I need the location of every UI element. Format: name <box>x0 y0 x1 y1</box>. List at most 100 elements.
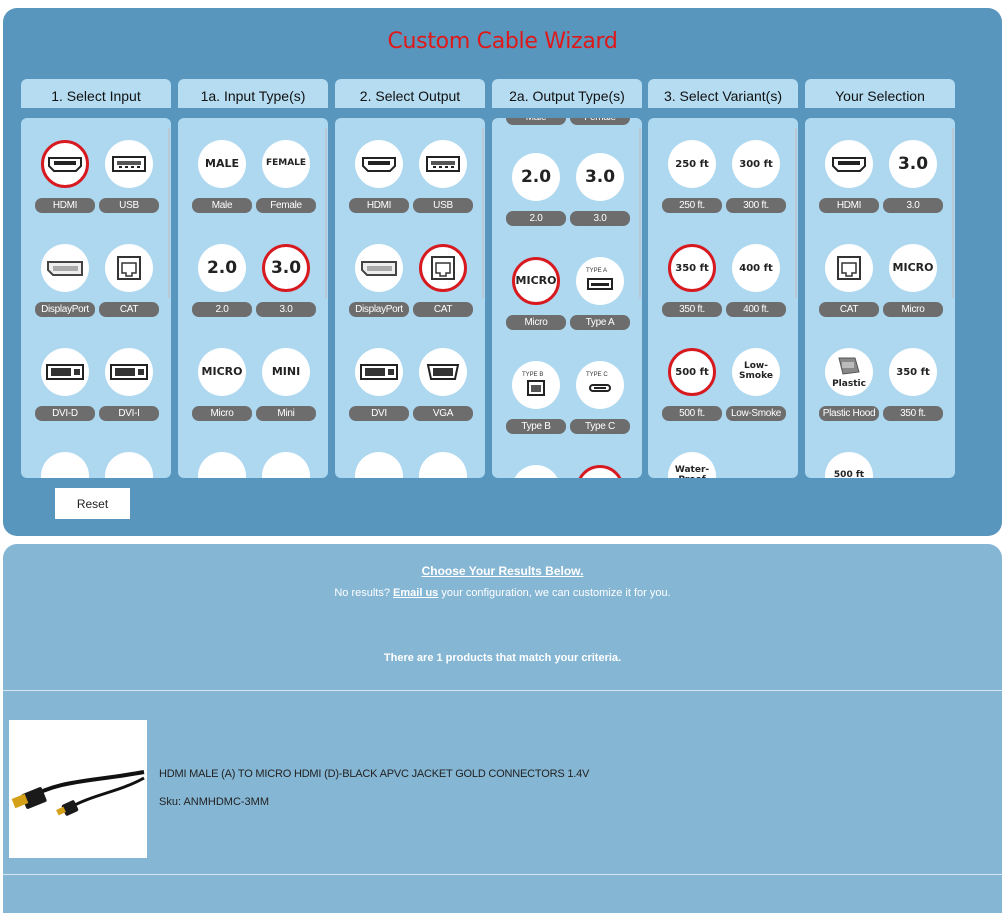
option-circle[interactable] <box>105 452 153 478</box>
option-item[interactable]: 2.0 2.0 <box>190 244 254 340</box>
option-item[interactable]: DVI <box>347 348 411 444</box>
product-image[interactable] <box>9 720 147 858</box>
option-item[interactable]: MICRO Micro <box>190 348 254 444</box>
option-item[interactable]: TYPE A Type A <box>568 257 632 353</box>
option-circle[interactable]: 300 ft <box>732 140 780 188</box>
option-circle[interactable] <box>576 465 624 478</box>
column-options-panel[interactable]: MALE Male FEMALE Female 2.0 2.0 3.0 3.0 MICRO Mic… <box>178 118 328 478</box>
option-circle[interactable] <box>41 140 89 188</box>
option-circle[interactable]: TYPE C <box>576 361 624 409</box>
option-item[interactable]: MALE Male <box>190 140 254 236</box>
panel-scrollbar[interactable] <box>639 128 641 298</box>
option-item[interactable]: MINI Mini <box>254 348 318 444</box>
panel-scrollbar[interactable] <box>325 128 327 298</box>
option-item[interactable]: 500 ft 500 ft. <box>660 348 724 444</box>
option-circle[interactable] <box>41 452 89 478</box>
panel-scrollbar[interactable] <box>482 128 484 298</box>
column-options-panel[interactable]: HDMI 3.0 3.0 CAT MICRO Micro Plastic Plastic Ho… <box>805 118 955 478</box>
option-circle[interactable]: Low- Smoke <box>732 348 780 396</box>
option-circle[interactable] <box>419 348 467 396</box>
option-item[interactable]: DisplayPort <box>33 244 97 340</box>
option-circle[interactable]: 3.0 <box>576 153 624 201</box>
option-item[interactable]: USB <box>411 140 475 236</box>
option-item[interactable]: 3.0 3.0 <box>254 244 318 340</box>
option-circle[interactable] <box>262 452 310 478</box>
option-circle[interactable]: 3.0 <box>262 244 310 292</box>
option-circle[interactable] <box>825 140 873 188</box>
option-circle[interactable]: Plastic <box>825 348 873 396</box>
option-circle[interactable] <box>355 244 403 292</box>
option-item[interactable]: DVI-I <box>97 348 161 444</box>
column-options-panel[interactable]: 250 ft 250 ft. 300 ft 300 ft. 350 ft 350 ft. 4… <box>648 118 798 478</box>
option-item[interactable]: FEMALE Female <box>254 140 318 236</box>
option-circle[interactable] <box>355 348 403 396</box>
panel-scrollbar[interactable] <box>168 128 170 298</box>
panel-scrollbar[interactable] <box>952 128 954 298</box>
option-item[interactable]: 300 ft 300 ft. <box>724 140 788 236</box>
option-item[interactable]: HDMI <box>817 140 881 236</box>
option-circle[interactable]: MICRO <box>512 257 560 305</box>
option-item[interactable]: 350 ft 350 ft. <box>881 348 945 444</box>
option-circle[interactable] <box>198 452 246 478</box>
panel-scrollbar[interactable] <box>795 128 797 298</box>
option-item[interactable]: Low- Smoke Low-Smoke <box>724 348 788 444</box>
option-item[interactable]: HDMI <box>33 140 97 236</box>
option-circle[interactable]: 400 ft <box>732 244 780 292</box>
option-item[interactable]: CAT <box>411 244 475 340</box>
option-circle[interactable]: TYPE A <box>576 257 624 305</box>
option-item[interactable]: USB <box>97 140 161 236</box>
option-circle[interactable]: 500 ft <box>825 452 873 478</box>
option-circle[interactable] <box>105 140 153 188</box>
option-circle[interactable] <box>419 452 467 478</box>
column-options-panel[interactable]: HDMI USB DisplayPort CAT DVI-D DVI-I <box>21 118 171 478</box>
option-circle[interactable]: MICRO <box>198 348 246 396</box>
hdmi-port-icon <box>45 144 85 184</box>
email-us-link[interactable]: Email us <box>393 587 438 599</box>
option-circle[interactable] <box>825 244 873 292</box>
option-circle-text: 250 ft <box>675 158 709 170</box>
option-circle[interactable] <box>419 140 467 188</box>
option-circle[interactable]: 350 ft <box>668 244 716 292</box>
option-item[interactable]: DVI-D <box>33 348 97 444</box>
option-item[interactable]: 3.0 3.0 <box>568 153 632 249</box>
option-circle[interactable] <box>355 140 403 188</box>
product-title[interactable]: HDMI MALE (A) TO MICRO HDMI (D)-BLACK AP… <box>159 768 589 780</box>
option-circle[interactable] <box>105 348 153 396</box>
option-item[interactable]: CAT <box>817 244 881 340</box>
option-item[interactable]: CAT <box>97 244 161 340</box>
option-circle[interactable] <box>512 465 560 478</box>
option-circle[interactable]: 500 ft <box>668 348 716 396</box>
option-item[interactable]: MICRO Micro <box>881 244 945 340</box>
option-circle[interactable]: 350 ft <box>889 348 937 396</box>
option-item[interactable]: 350 ft 350 ft. <box>660 244 724 340</box>
option-item[interactable]: 400 ft 400 ft. <box>724 244 788 340</box>
option-circle[interactable] <box>41 244 89 292</box>
option-circle[interactable]: Water- Proof <box>668 452 716 478</box>
option-circle[interactable]: MINI <box>262 348 310 396</box>
option-item[interactable]: 250 ft 250 ft. <box>660 140 724 236</box>
option-circle[interactable]: 2.0 <box>512 153 560 201</box>
option-circle[interactable]: MICRO <box>889 244 937 292</box>
option-item[interactable]: MICRO Micro <box>504 257 568 353</box>
option-circle[interactable] <box>105 244 153 292</box>
option-circle[interactable]: FEMALE <box>262 140 310 188</box>
option-circle[interactable]: 250 ft <box>668 140 716 188</box>
option-circle[interactable] <box>41 348 89 396</box>
option-item[interactable]: Plastic Plastic Hood <box>817 348 881 444</box>
column-options-panel[interactable]: HDMI USB DisplayPort CAT DVI VGA <box>335 118 485 478</box>
option-item[interactable]: VGA <box>411 348 475 444</box>
option-item[interactable]: 3.0 3.0 <box>881 140 945 236</box>
option-circle[interactable]: 3.0 <box>889 140 937 188</box>
option-item[interactable]: HDMI <box>347 140 411 236</box>
option-item[interactable]: TYPE B Type B <box>504 361 568 457</box>
reset-button[interactable]: Reset <box>55 488 130 519</box>
option-item[interactable]: DisplayPort <box>347 244 411 340</box>
option-item[interactable]: TYPE C Type C <box>568 361 632 457</box>
option-circle[interactable]: 2.0 <box>198 244 246 292</box>
option-circle[interactable]: TYPE B <box>512 361 560 409</box>
option-circle[interactable] <box>419 244 467 292</box>
option-circle[interactable] <box>355 452 403 478</box>
option-circle[interactable]: MALE <box>198 140 246 188</box>
option-item[interactable]: 2.0 2.0 <box>504 153 568 249</box>
column-options-panel[interactable]: Male Female 2.0 2.0 3.0 3.0 MICRO Micro TYPE A Ty… <box>492 118 642 478</box>
